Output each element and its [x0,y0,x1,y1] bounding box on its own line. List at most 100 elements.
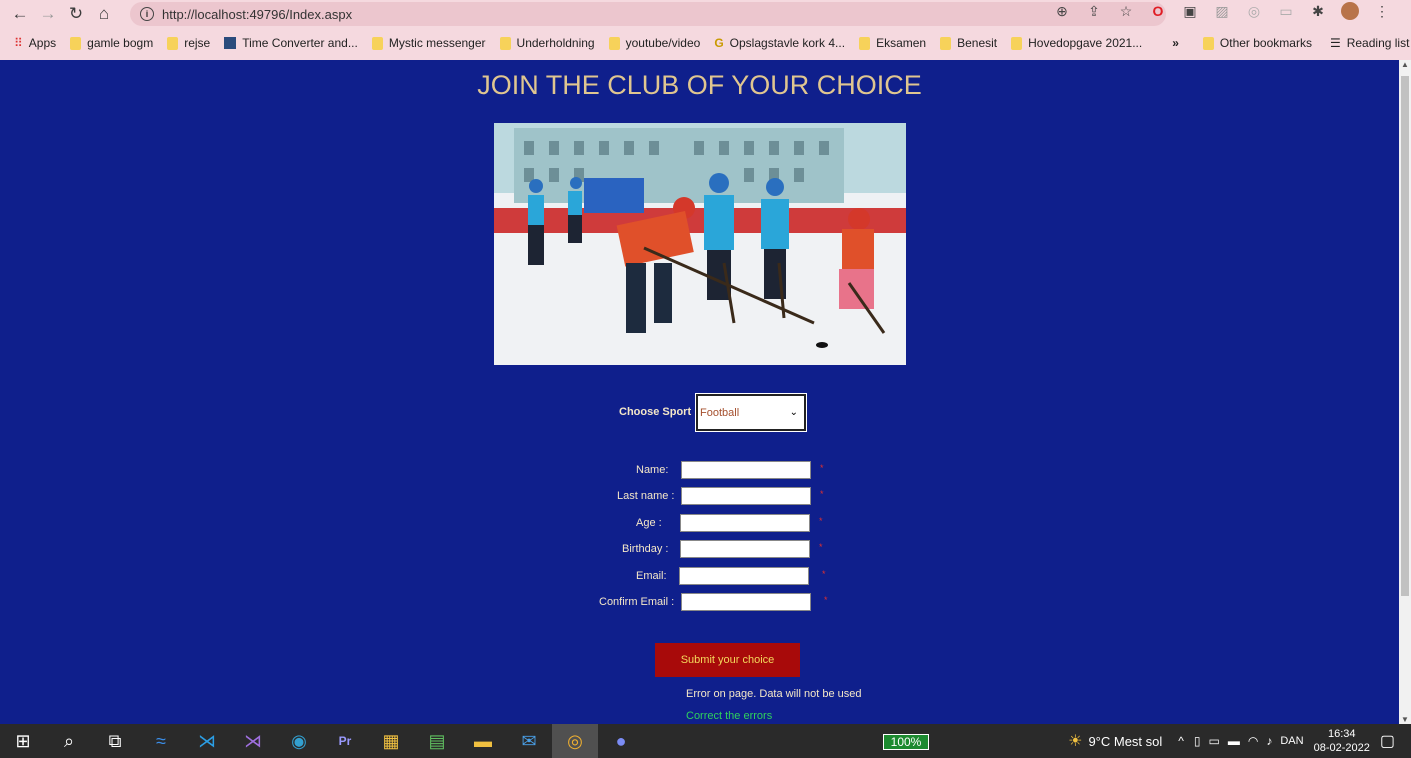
discord-icon[interactable]: ● [598,724,644,758]
name-input[interactable] [681,461,811,479]
last-name-label: Last name : [617,490,675,502]
bookmark-item[interactable]: Underholdning [499,36,595,50]
scrollbar-thumb[interactable] [1401,76,1409,596]
bookmark-other[interactable]: Other bookmarks [1202,36,1312,50]
folder-icon [499,36,511,50]
weather-text[interactable]: 9°C Mest sol [1088,734,1162,749]
clock-time: 16:34 [1327,728,1356,740]
confirm-email-input[interactable] [681,593,811,611]
chevron-up-icon[interactable]: ^ [1178,734,1184,748]
folder-icon [608,36,620,50]
mail-icon[interactable]: ✉ [506,724,552,758]
bookmark-item[interactable]: rejse [167,36,210,50]
hockey-image [494,123,906,365]
bookmark-star-icon[interactable]: ☆ [1117,3,1135,20]
bookmarks-overflow-button[interactable]: » [1172,36,1179,50]
birthday-required-marker: * [819,542,823,552]
address-bar[interactable]: i http://localhost:49796/Index.aspx [130,2,1166,26]
submit-button[interactable]: Submit your choice [655,643,800,677]
volume-icon[interactable]: ♪ [1266,734,1272,748]
language-indicator[interactable]: DAN [1280,735,1303,747]
windows-start-icon[interactable]: ⊞ [0,724,46,758]
bookmark-item[interactable]: Benesit [940,36,997,50]
extension-icon[interactable]: ▣ [1181,3,1199,20]
profile-avatar-icon[interactable] [1341,2,1359,20]
back-icon[interactable]: ← [6,0,34,28]
apps-grid-icon: ⠿ [14,36,23,50]
battery-icon[interactable]: ▬ [1228,734,1240,748]
app-xd-icon[interactable]: ▤ [414,724,460,758]
scroll-down-icon[interactable]: ▼ [1401,715,1409,724]
last-name-input[interactable] [681,487,811,505]
opera-extension-icon[interactable]: O [1149,3,1167,19]
weather-icon[interactable]: ☀ [1068,731,1082,751]
folder-icon [859,36,871,50]
battery-indicator[interactable]: 100% [883,734,929,750]
folder-icon [940,36,952,50]
sport-select[interactable]: Football ⌄ [695,393,807,432]
page-scrollbar[interactable]: ▲ ▼ [1399,60,1411,724]
meet-icon[interactable]: ▯ [1194,734,1201,748]
correct-errors-text: Correct the errors [686,710,773,722]
vscode-icon[interactable]: ⋊ [184,724,230,758]
edge-icon[interactable]: ◉ [276,724,322,758]
file-explorer-icon[interactable]: ▬ [460,724,506,758]
email-required-marker: * [822,569,826,579]
task-view-icon[interactable]: ⧉ [92,724,138,758]
extensions-puzzle-icon[interactable]: ✱ [1309,3,1327,20]
extension-box-icon[interactable]: ▭ [1277,3,1295,20]
wifi-icon[interactable]: ◠ [1248,734,1258,748]
system-tray: ☀ 9°C Mest sol ^ ▯ ▭ ▬ ◠ ♪ DAN 16:34 08-… [1068,724,1411,758]
age-label: Age : [636,517,662,529]
page-content: JOIN THE CLUB OF YOUR CHOICE Choose Spor… [0,60,1399,724]
display-icon[interactable]: ▭ [1209,734,1220,748]
bookmark-item[interactable]: Mystic messenger [371,36,486,50]
folder-icon [167,36,179,50]
extension-circle-icon[interactable]: ◎ [1245,3,1263,20]
extension-k-icon[interactable]: ▨ [1213,3,1231,20]
premiere-icon[interactable]: Pr [322,724,368,758]
age-input[interactable] [680,514,810,532]
reading-list-button[interactable]: ☰ Reading list [1330,36,1409,50]
search-icon[interactable]: ⌕ [46,724,92,758]
email-input[interactable] [679,567,809,585]
bookmark-item[interactable]: G Opslagstavle kork 4... [714,36,845,50]
browser-chrome: ← → ↻ ⌂ i http://localhost:49796/Index.a… [0,0,1411,60]
email-label: Email: [636,570,667,582]
forward-icon[interactable]: → [34,0,62,28]
bookmark-item[interactable]: youtube/video [608,36,700,50]
sport-selected-value: Football [700,406,740,419]
bookmark-apps[interactable]: ⠿ Apps [14,36,56,50]
folder-icon [371,36,383,50]
bookmark-item[interactable]: Hovedopgave 2021... [1011,36,1142,50]
name-required-marker: * [820,463,824,473]
name-label: Name: [636,464,669,476]
bookmark-item[interactable]: Time Converter and... [224,36,358,50]
folder-icon [1011,36,1023,50]
site-info-icon[interactable]: i [140,7,154,21]
confirm-email-label: Confirm Email : [599,596,675,608]
folder-icon [70,36,82,50]
birthday-input[interactable] [680,540,810,558]
reading-list-icon: ☰ [1329,36,1341,50]
age-required-marker: * [819,516,823,526]
hockey-photo [494,123,906,365]
share-icon[interactable]: ⇪ [1085,3,1103,20]
chrome-icon[interactable]: ◎ [552,724,598,758]
bookmark-item[interactable]: Eksamen [859,36,926,50]
reload-icon[interactable]: ↻ [62,0,90,28]
home-icon[interactable]: ⌂ [90,0,118,28]
store-icon[interactable]: ▦ [368,724,414,758]
notifications-icon[interactable]: ▢ [1380,731,1395,751]
bookmark-item[interactable]: gamle bogm [70,36,153,50]
confirm-email-required-marker: * [824,595,828,605]
folder-icon [1202,36,1214,50]
app-icon[interactable]: ≈ [138,724,184,758]
scroll-up-icon[interactable]: ▲ [1401,60,1409,69]
menu-kebab-icon[interactable]: ⋮ [1373,3,1391,20]
clock[interactable]: 16:34 08-02-2022 [1314,727,1370,755]
visual-studio-icon[interactable]: ⋊ [230,724,276,758]
zoom-icon[interactable]: ⊕ [1053,3,1071,20]
last-name-required-marker: * [820,489,824,499]
page-title: JOIN THE CLUB OF YOUR CHOICE [477,70,922,100]
